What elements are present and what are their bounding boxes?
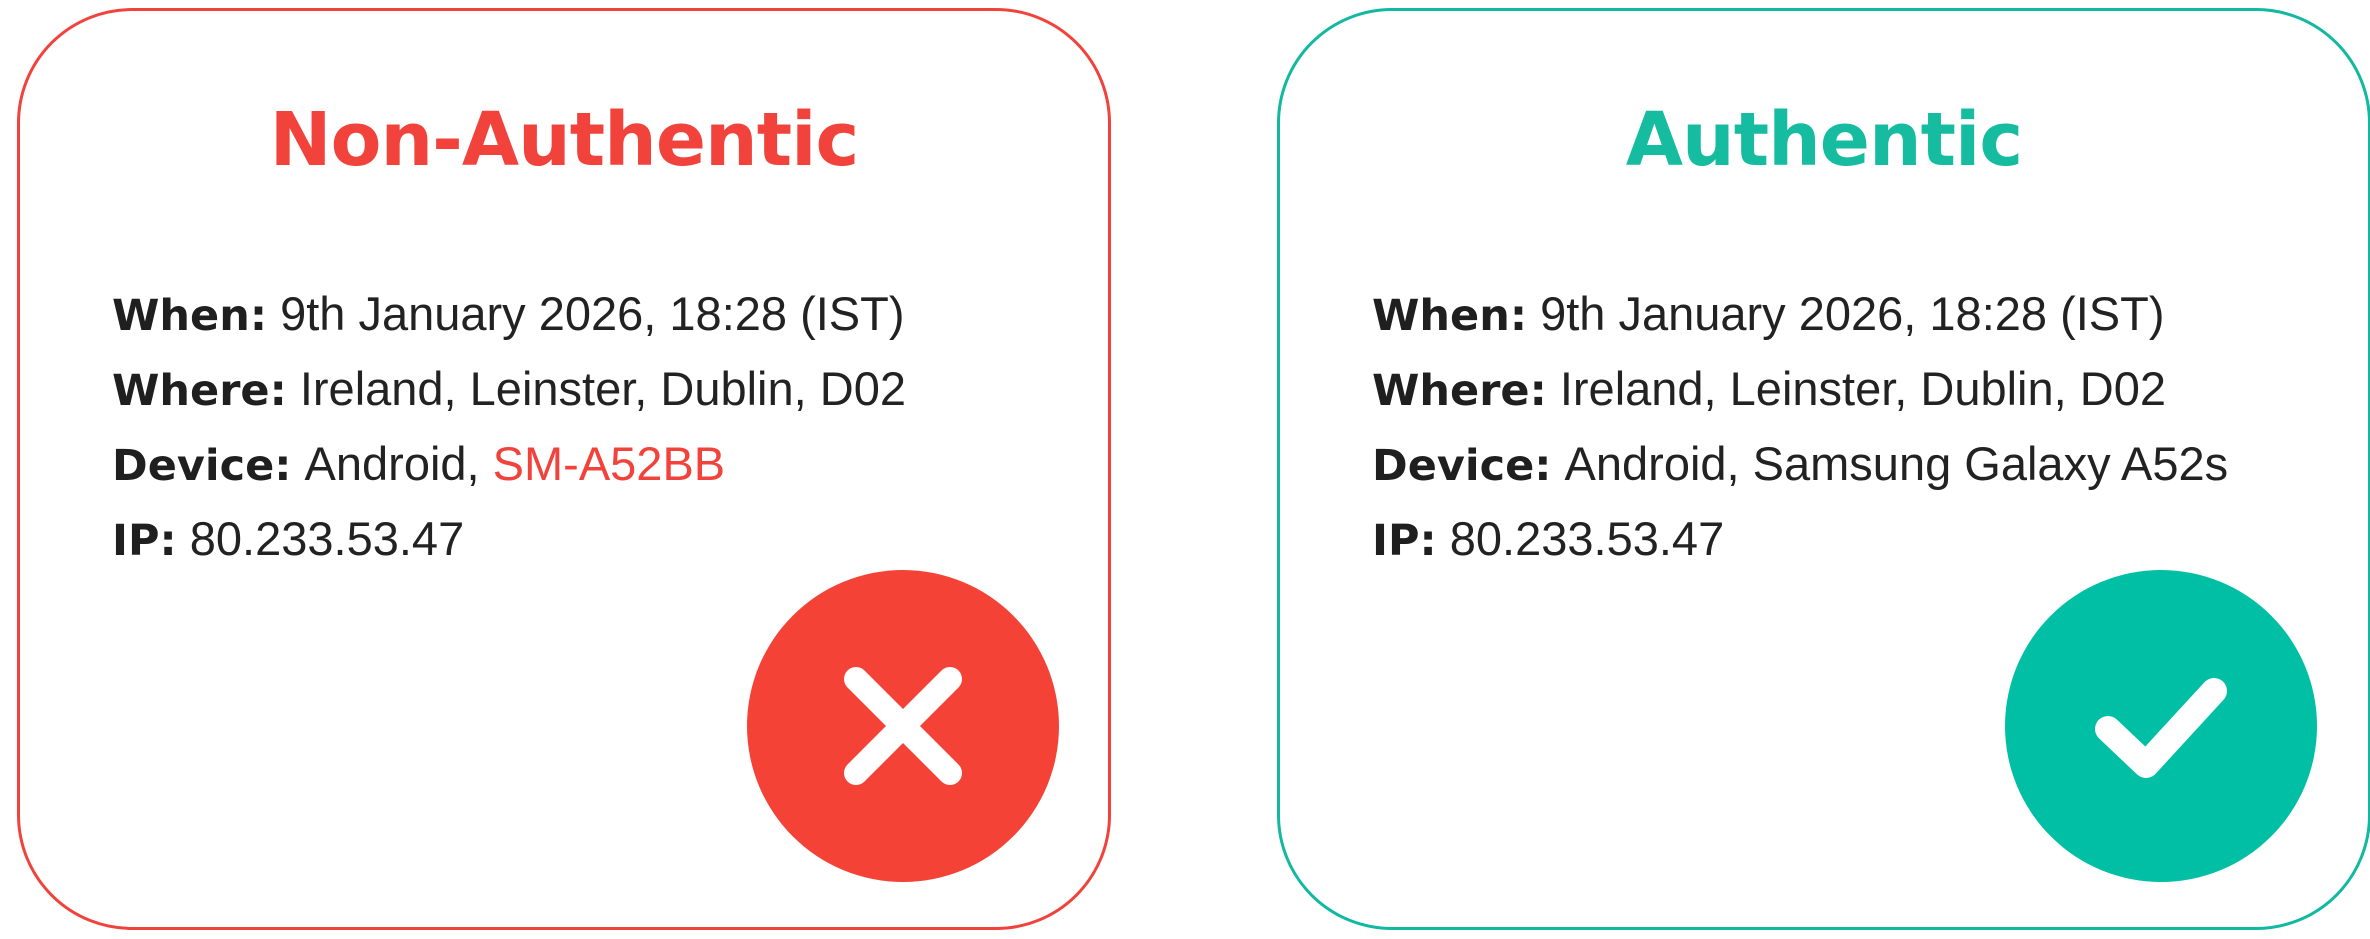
ip-row: IP: 80.233.53.47 [1372, 501, 2228, 576]
fail-status-badge [747, 570, 1059, 882]
card-title: Non-Authentic [269, 97, 860, 183]
ip-value: 80.233.53.47 [1449, 512, 1725, 565]
device-label: Device: [112, 441, 292, 491]
when-row: When: 9th January 2026, 18:28 (IST) [112, 276, 906, 351]
ip-row: IP: 80.233.53.47 [112, 501, 906, 576]
close-icon [844, 667, 962, 785]
comparison-stage: Non-Authentic When: 9th January 2026, 18… [0, 0, 2370, 939]
device-row: Device: Android, SM-A52BB [112, 426, 906, 501]
check-icon [2095, 678, 2227, 778]
device-label: Device: [1372, 441, 1552, 491]
where-row: Where: Ireland, Leinster, Dublin, D02 [112, 351, 906, 426]
card-title: Authentic [1625, 97, 2023, 183]
non-authentic-card: Non-Authentic When: 9th January 2026, 18… [17, 8, 1111, 930]
ip-label: IP: [112, 516, 177, 566]
ip-value: 80.233.53.47 [189, 512, 465, 565]
when-row: When: 9th January 2026, 18:28 (IST) [1372, 276, 2228, 351]
device-row: Device: Android, Samsung Galaxy A52s [1372, 426, 2228, 501]
authentic-card: Authentic When: 9th January 2026, 18:28 … [1277, 8, 2370, 930]
ip-label: IP: [1372, 516, 1437, 566]
device-model: Samsung Galaxy A52s [1752, 437, 2229, 490]
when-label: When: [112, 291, 268, 341]
pass-status-badge [2005, 570, 2317, 882]
device-value-prefix: Android, [304, 437, 493, 490]
where-value: Ireland, Leinster, Dublin, D02 [1559, 362, 2166, 415]
where-label: Where: [112, 366, 287, 416]
when-label: When: [1372, 291, 1528, 341]
where-label: Where: [1372, 366, 1547, 416]
when-value: 9th January 2026, 18:28 (IST) [1540, 287, 2165, 340]
device-model-mismatch: SM-A52BB [492, 437, 726, 490]
device-value-prefix: Android, [1564, 437, 1753, 490]
where-value: Ireland, Leinster, Dublin, D02 [299, 362, 906, 415]
where-row: Where: Ireland, Leinster, Dublin, D02 [1372, 351, 2228, 426]
details-list: When: 9th January 2026, 18:28 (IST) Wher… [112, 276, 906, 576]
details-list: When: 9th January 2026, 18:28 (IST) Wher… [1372, 276, 2228, 576]
when-value: 9th January 2026, 18:28 (IST) [280, 287, 905, 340]
